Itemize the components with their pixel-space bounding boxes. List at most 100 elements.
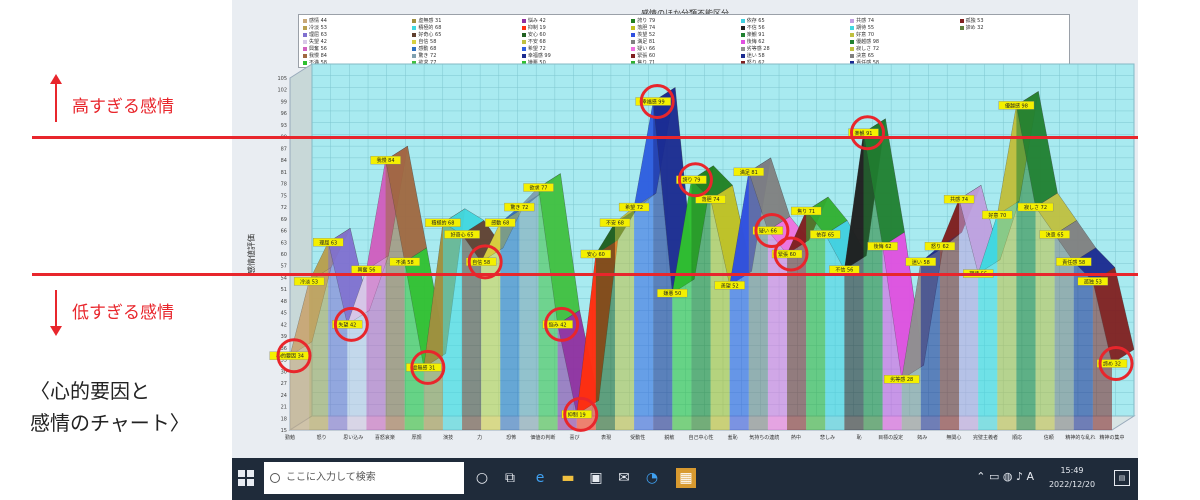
x-tick-label: 熱中 bbox=[791, 434, 801, 441]
y-tick-label: 96 bbox=[281, 111, 287, 117]
clock[interactable]: 15:49 2022/12/20 bbox=[1042, 464, 1102, 492]
data-label: 理屈 63 bbox=[319, 240, 337, 246]
x-tick-label: 順応 bbox=[1012, 434, 1022, 441]
x-tick-label: 自己中心性 bbox=[688, 434, 713, 441]
windows-icon[interactable] bbox=[238, 470, 254, 486]
y-tick-label: 51 bbox=[281, 287, 287, 293]
data-label: 感動 68 bbox=[491, 220, 509, 227]
notification-icon[interactable]: ▤ bbox=[1114, 470, 1130, 486]
area-series-front-face bbox=[806, 210, 826, 430]
area-series-front-face bbox=[614, 207, 635, 430]
up-arrow-icon bbox=[50, 74, 62, 122]
x-tick-label: 恐怖 bbox=[506, 434, 516, 441]
chart-window: 感情のほか分類不能区分 感情 44冷淡 53理屈 63失望 42興奮 56我慢 … bbox=[232, 0, 1138, 458]
data-label: 積極的 68 bbox=[431, 220, 454, 227]
data-label: 責任感 58 bbox=[1062, 259, 1085, 266]
y-tick-label: 87 bbox=[281, 146, 287, 152]
data-label: 誇り 79 bbox=[682, 177, 700, 184]
y-tick-label: 39 bbox=[281, 334, 287, 340]
y-tick-label: 63 bbox=[281, 240, 287, 246]
app-icon[interactable]: ◔ bbox=[642, 468, 662, 488]
x-tick-label: 悲しみ bbox=[820, 434, 835, 441]
data-label: 寂しさ 72 bbox=[1024, 204, 1047, 211]
y-tick-label: 24 bbox=[281, 393, 287, 399]
search-input[interactable]: ここに入力して検索 bbox=[264, 462, 464, 494]
x-tick-label: 怒り bbox=[317, 434, 327, 441]
x-tick-label: 力 bbox=[477, 434, 482, 441]
y-axis-label: 感情値評価 bbox=[246, 234, 256, 274]
y-tick-label: 60 bbox=[281, 252, 287, 258]
high-emotion-label: 高すぎる感情 bbox=[72, 97, 174, 117]
area-series-front-face bbox=[691, 179, 711, 430]
x-tick-label: 受動性 bbox=[630, 434, 645, 441]
system-tray[interactable]: ⌃ ▭ ◍ ♪ A bbox=[976, 470, 1034, 483]
x-tick-label: 目標の設定 bbox=[878, 434, 903, 441]
mail-icon[interactable]: ✉ bbox=[614, 468, 634, 488]
ime-indicator[interactable]: A bbox=[1026, 470, 1034, 483]
data-label: 希望 72 bbox=[625, 204, 643, 211]
area-series-front-face bbox=[1035, 207, 1055, 430]
chart-caption: 〈心的要因と 感情のチャート〉 bbox=[30, 379, 190, 435]
data-label: 満足 81 bbox=[740, 169, 758, 176]
store-icon[interactable]: ▣ bbox=[586, 468, 606, 488]
data-label: 虚無感 31 bbox=[412, 364, 435, 371]
data-label: 不安 68 bbox=[606, 220, 624, 227]
area-series-front-face bbox=[1073, 261, 1093, 430]
data-label: 疑い 66 bbox=[759, 228, 777, 235]
y-tick-label: 57 bbox=[281, 264, 287, 270]
y-tick-label: 15 bbox=[281, 428, 287, 434]
x-tick-label: 喜び bbox=[570, 434, 580, 441]
data-label: 依存 65 bbox=[816, 231, 834, 238]
data-label: 冷淡 53 bbox=[300, 278, 318, 285]
area-series-front-face bbox=[442, 222, 463, 430]
data-label: 迷い 58 bbox=[912, 259, 930, 266]
active-app-icon[interactable]: ▦ bbox=[676, 468, 696, 488]
y-tick-label: 93 bbox=[281, 123, 287, 129]
y-tick-label: 84 bbox=[281, 158, 287, 164]
data-label: 羨望 52 bbox=[721, 282, 739, 289]
data-label: 落胆 74 bbox=[702, 196, 720, 203]
screen-photo: 感情のほか分類不能区分 感情 44冷淡 53理屈 63失望 42興奮 56我慢 … bbox=[232, 0, 1138, 500]
x-tick-label: 恥 bbox=[857, 434, 862, 441]
data-label: 緊張 60 bbox=[778, 252, 796, 258]
search-icon bbox=[270, 473, 280, 483]
area-series-front-face bbox=[519, 187, 539, 430]
cortana-icon[interactable]: ○ bbox=[472, 468, 492, 488]
down-arrow-icon bbox=[50, 290, 62, 336]
high-threshold-line bbox=[32, 135, 1138, 139]
data-label: 驚き 72 bbox=[510, 204, 528, 211]
x-tick-label: 鋭敏 bbox=[664, 434, 674, 441]
data-label: 優越感 98 bbox=[1005, 102, 1028, 109]
annotation-panel: 高すぎる感情 低すぎる感情 〈心的要因と 感情のチャート〉 bbox=[0, 0, 232, 500]
y-tick-label: 78 bbox=[281, 182, 287, 188]
low-emotion-label: 低すぎる感情 bbox=[72, 303, 174, 323]
y-tick-label: 21 bbox=[281, 405, 287, 411]
data-label: 焦り 71 bbox=[797, 208, 815, 215]
edge-icon[interactable]: e bbox=[530, 468, 550, 488]
y-tick-label: 48 bbox=[281, 299, 287, 305]
low-threshold-line bbox=[32, 272, 1138, 276]
data-label: 幸福感 99 bbox=[642, 98, 665, 105]
y-tick-label: 42 bbox=[281, 322, 287, 328]
x-tick-label: 無関心 bbox=[946, 434, 961, 441]
emotion-area-chart: 1518212427303336394245485154576063666972… bbox=[246, 63, 1136, 441]
file-explorer-icon[interactable]: ▬ bbox=[558, 468, 578, 488]
x-tick-label: 羞恥 bbox=[728, 434, 738, 441]
task-view-icon[interactable]: ⧉ bbox=[500, 468, 520, 488]
search-placeholder: ここに入力して検索 bbox=[286, 472, 376, 483]
data-label: 自信 58 bbox=[472, 259, 490, 266]
data-label: 後悔 62 bbox=[874, 243, 892, 250]
x-tick-label: 表現 bbox=[601, 434, 611, 441]
data-label: 失望 42 bbox=[338, 321, 356, 328]
y-tick-label: 99 bbox=[281, 99, 287, 105]
x-tick-label: 演技 bbox=[443, 434, 453, 441]
clock-date: 2022/12/20 bbox=[1048, 480, 1096, 489]
x-tick-label: 価値の判断 bbox=[530, 434, 555, 441]
clock-time: 15:49 bbox=[1060, 466, 1084, 475]
data-label: 好奇心 65 bbox=[451, 231, 474, 238]
x-tick-label: 気持ちの連続 bbox=[749, 434, 779, 441]
data-label: 悩み 42 bbox=[549, 321, 567, 328]
x-tick-label: 思い込み bbox=[343, 434, 363, 441]
data-label: 決意 65 bbox=[1046, 231, 1064, 238]
taskbar: ここに入力して検索 ○ ⧉ e ▬ ▣ ✉ ◔ ▦ ⌃ ▭ ◍ ♪ A 15:4… bbox=[232, 458, 1138, 500]
